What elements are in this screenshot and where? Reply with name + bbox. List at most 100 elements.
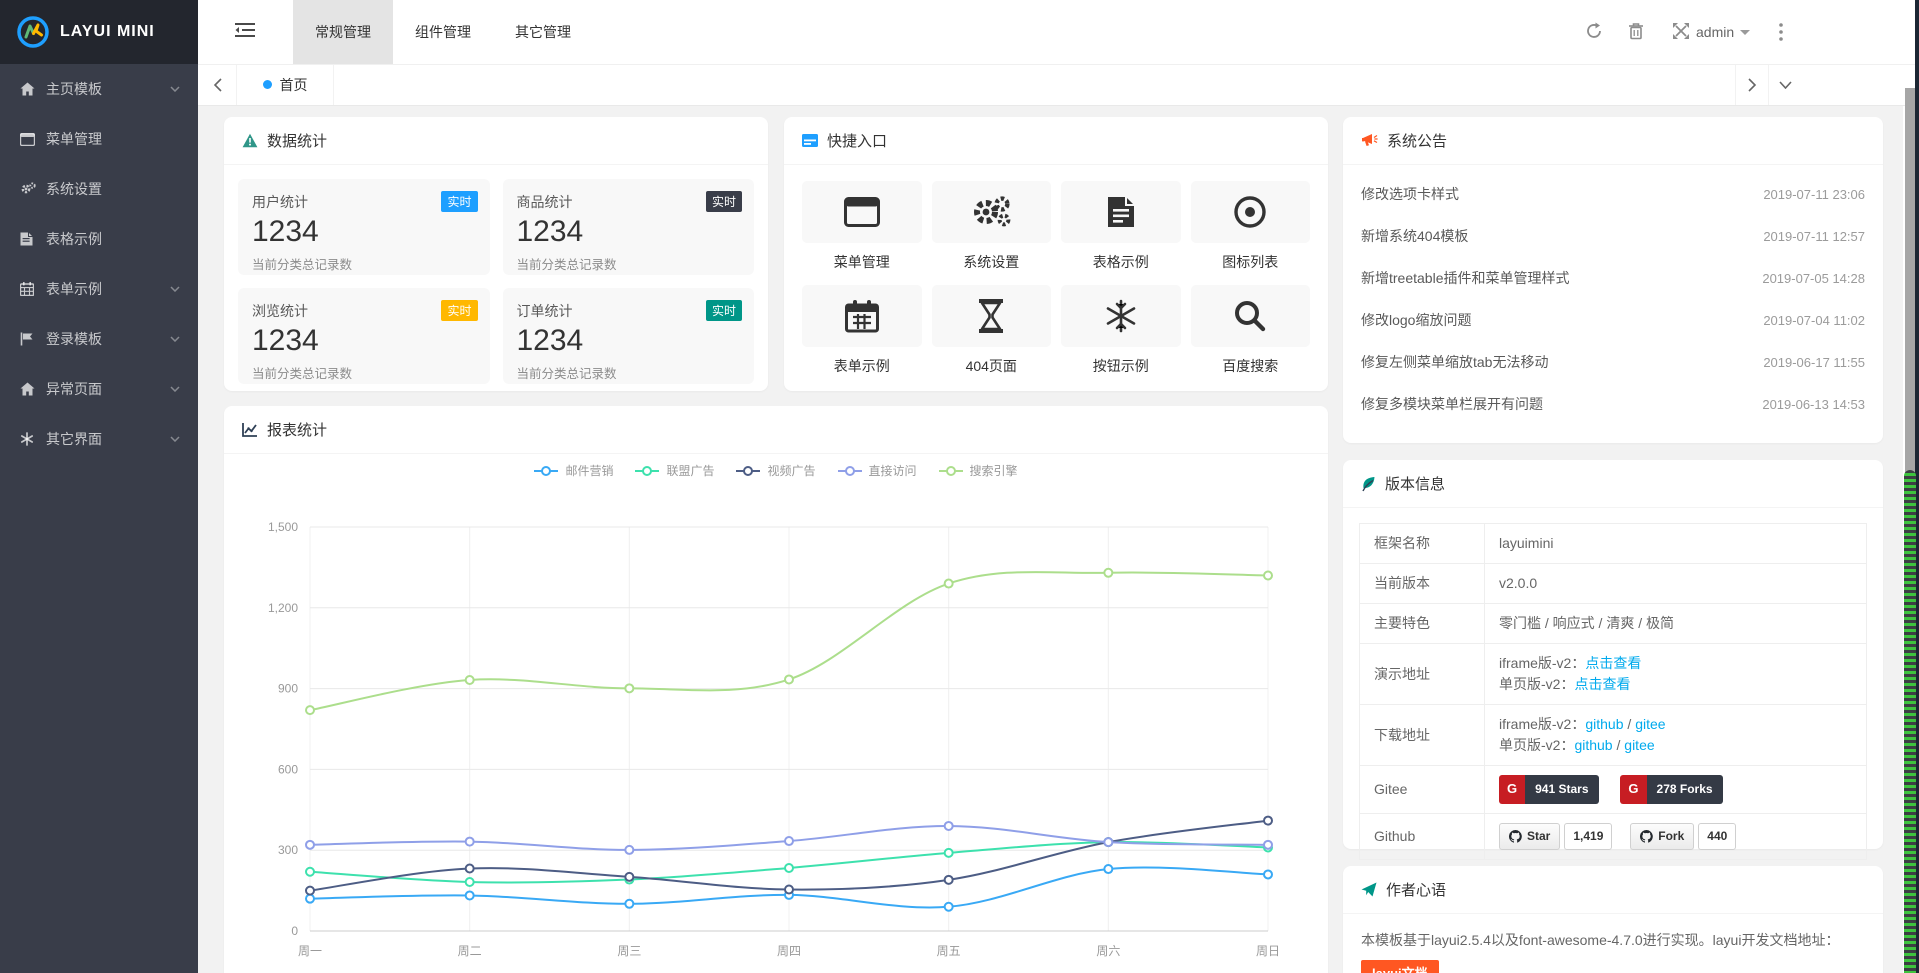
page-scrollbar[interactable] [1903,0,1919,973]
chevron-down-icon [1740,30,1750,40]
tab-home[interactable]: 首页 [237,64,334,105]
demo-iframe-link[interactable]: 点击查看 [1585,655,1641,671]
stats-grid: 用户统计 1234 当前分类总记录数 实时 商品统计 1234 当前分类总记录数… [224,165,768,398]
warning-triangle-icon [242,133,258,148]
svg-text:1,200: 1,200 [268,601,298,615]
more-options-icon[interactable] [1778,22,1798,42]
github-fork-button[interactable]: Fork [1630,823,1694,850]
table-row: 演示地址 iframe版-v2：点击查看 单页版-v2：点击查看 [1360,644,1867,705]
header-tab-components[interactable]: 组件管理 [393,0,493,64]
notice-item[interactable]: 新增treetable插件和菜单管理样式 2019-07-05 14:28 [1361,257,1865,299]
tab-scroll-left-button[interactable] [198,64,237,105]
notice-item[interactable]: 新增系统404模板 2019-07-11 12:57 [1361,215,1865,257]
sidebar-item-label: 表格示例 [46,229,180,249]
notice-time: 2019-07-11 23:06 [1763,187,1865,202]
quick-tile-system-settings[interactable]: 系统设置 [932,181,1052,272]
quick-tile-baidu-search[interactable]: 百度搜索 [1191,285,1311,376]
download-github-link[interactable]: github [1585,716,1623,732]
quick-tile-label: 按钮示例 [1061,356,1181,376]
stat-value: 1234 [517,215,741,249]
download-github-link[interactable]: github [1574,737,1612,753]
github-star-widget[interactable]: Star 1,419 [1499,823,1612,850]
notice-time: 2019-06-17 11:55 [1763,355,1865,370]
stat-desc: 当前分类总记录数 [517,363,741,382]
sidebar-item-form-demo[interactable]: 表单示例 [0,264,198,314]
user-menu[interactable]: admin [1696,22,1750,42]
quick-tile-icon-list[interactable]: 图标列表 [1191,181,1311,272]
stat-box-goods[interactable]: 商品统计 1234 当前分类总记录数 实时 [503,179,755,275]
stat-box-users[interactable]: 用户统计 1234 当前分类总记录数 实时 [238,179,490,275]
notice-item[interactable]: 修复左侧菜单缩放tab无法移动 2019-06-17 11:55 [1361,341,1865,383]
svg-text:周五: 周五 [937,944,961,958]
notice-text: 修复左侧菜单缩放tab无法移动 [1361,352,1548,372]
stat-box-views[interactable]: 浏览统计 1234 当前分类总记录数 实时 [238,288,490,384]
quick-tile-form-demo[interactable]: 表单示例 [802,285,922,376]
quick-tile-menu-manage[interactable]: 菜单管理 [802,181,922,272]
app-title: LAYUI MINI [60,23,155,41]
header-tab-general[interactable]: 常规管理 [293,0,393,64]
scrollbar-thumb[interactable] [1904,470,1916,973]
download-line2-prefix: 单页版-v2： [1499,737,1574,753]
status-badge: 实时 [441,300,477,321]
system-notice-card: 系统公告 修改选项卡样式 2019-07-11 23:06 新增系统404模板 … [1343,117,1883,443]
home-icon [20,382,42,396]
fullscreen-icon[interactable] [1672,22,1692,42]
github-octocat-icon [1640,830,1653,843]
header-tab-other[interactable]: 其它管理 [493,0,593,64]
quick-tile-404-page[interactable]: 404页面 [932,285,1052,376]
quick-tile-button-demo[interactable]: 按钮示例 [1061,285,1181,376]
version-row-value: v2.0.0 [1485,564,1867,604]
github-star-button[interactable]: Star [1499,823,1560,850]
sidebar-item-system-settings[interactable]: 系统设置 [0,164,198,214]
chevron-down-icon [170,436,180,442]
table-row: 当前版本 v2.0.0 [1360,564,1867,604]
sidebar-item-menu-manage[interactable]: 菜单管理 [0,114,198,164]
author-message-body: 本模板基于layui2.5.4以及font-awesome-4.7.0进行实现。… [1343,914,1883,973]
chevron-down-icon [170,86,180,92]
notice-text: 修复多模块菜单栏展开有问题 [1361,394,1543,414]
report-chart-svg[interactable]: 03006009001,2001,500周一周二周三周四周五周六周日 [224,406,1328,973]
collapse-menu-icon[interactable] [234,20,258,44]
svg-text:周六: 周六 [1096,944,1120,958]
tab-operations-dropdown[interactable] [1768,64,1801,105]
stat-value: 1234 [252,324,476,358]
download-gitee-link[interactable]: gitee [1624,737,1654,753]
svg-text:600: 600 [278,762,298,776]
version-row-label: 当前版本 [1360,564,1485,604]
stat-box-orders[interactable]: 订单统计 1234 当前分类总记录数 实时 [503,288,755,384]
sidebar-item-home-templates[interactable]: 主页模板 [0,64,198,114]
page-tab-bar: 首页 [198,64,1919,106]
gitee-forks-badge[interactable]: G 278 Forks [1620,775,1722,804]
layui-doc-button[interactable]: layui文档 [1361,960,1439,973]
refresh-icon[interactable] [1585,22,1605,42]
demo-spa-link[interactable]: 点击查看 [1574,676,1630,692]
sidebar-item-login-templates[interactable]: 登录模板 [0,314,198,364]
download-gitee-link[interactable]: gitee [1635,716,1665,732]
notice-time: 2019-07-11 12:57 [1763,229,1865,244]
quick-tile-table-demo[interactable]: 表格示例 [1061,181,1181,272]
sidebar-item-error-pages[interactable]: 异常页面 [0,364,198,414]
version-info-title: 版本信息 [1385,473,1445,494]
quick-tile-label: 百度搜索 [1191,356,1311,376]
sidebar-item-other-pages[interactable]: 其它界面 [0,414,198,464]
window-icon [802,181,922,243]
notice-text: 新增系统404模板 [1361,226,1468,246]
quick-tile-label: 表格示例 [1061,252,1181,272]
sidebar-item-label: 系统设置 [46,179,180,199]
notice-item[interactable]: 修改logo缩放问题 2019-07-04 11:02 [1361,299,1865,341]
app-logo[interactable]: LAYUI MINI [0,0,198,64]
tab-scroll-right-button[interactable] [1735,64,1768,105]
notice-item[interactable]: 修改选项卡样式 2019-07-11 23:06 [1361,173,1865,215]
notice-time: 2019-06-13 14:53 [1762,397,1865,412]
stat-desc: 当前分类总记录数 [517,254,741,273]
sidebar-item-label: 其它界面 [46,429,170,449]
trash-icon[interactable] [1628,22,1648,42]
notice-item[interactable]: 修复多模块菜单栏展开有问题 2019-06-13 14:53 [1361,383,1865,425]
card-window-icon [802,134,818,147]
quick-entry-header: 快捷入口 [784,117,1328,165]
github-fork-widget[interactable]: Fork 440 [1630,823,1736,850]
gitee-stars-badge[interactable]: G 941 Stars [1499,775,1599,804]
quick-tile-label: 表单示例 [802,356,922,376]
sidebar-item-label: 表单示例 [46,279,170,299]
sidebar-item-table-demo[interactable]: 表格示例 [0,214,198,264]
